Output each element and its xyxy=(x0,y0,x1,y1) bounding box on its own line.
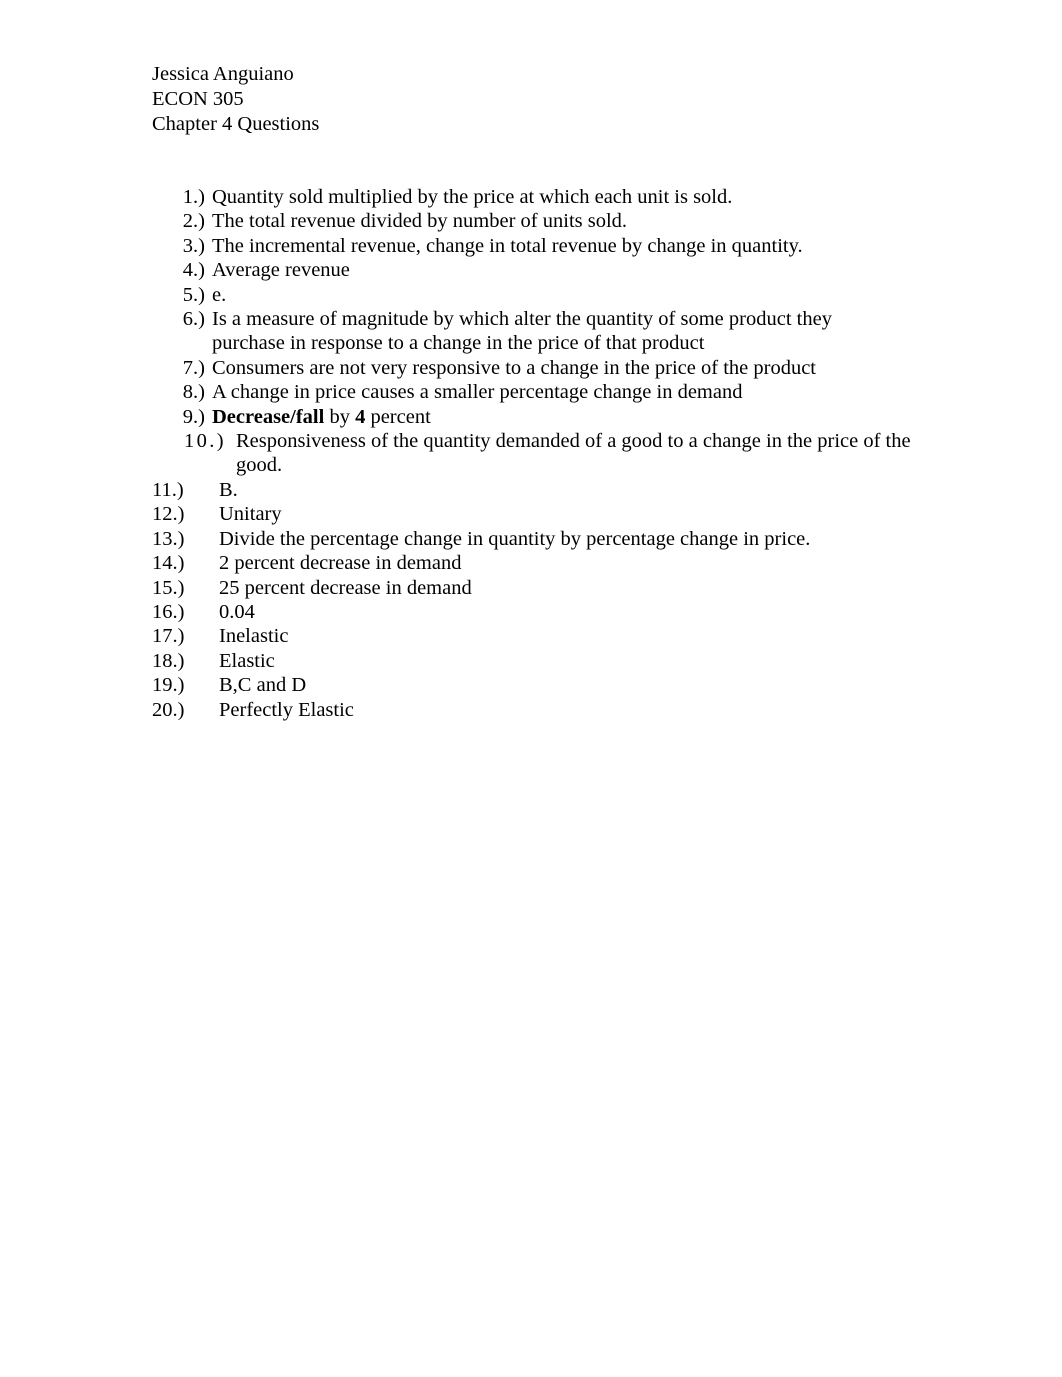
answer-number: 4.) xyxy=(182,259,205,282)
header-title: Chapter 4 Questions xyxy=(152,113,320,136)
answer-number: 17.) xyxy=(152,625,185,648)
answer-item: 17.) Inelastic xyxy=(0,624,1062,648)
answer-item: 15.) 25 percent decrease in demand xyxy=(0,576,1062,600)
answer-text: A change in price causes a smaller perce… xyxy=(212,381,743,404)
answer-item: 11.) B. xyxy=(0,478,1062,502)
answer-item: 2.) The total revenue divided by number o… xyxy=(0,209,1062,233)
header-author: Jessica Anguiano xyxy=(152,63,294,85)
answer-number: 7.) xyxy=(182,356,205,379)
answer-item: 5.) e. xyxy=(0,283,1062,307)
answer-item: 14.) 2 percent decrease in demand xyxy=(0,551,1062,575)
answer-text: Decrease/fall by 4 percent xyxy=(212,405,894,429)
answer-item: 8.) A change in price causes a smaller pe… xyxy=(0,380,1062,404)
answer-number: 14.) xyxy=(152,552,185,575)
answer-item: 6.) Is a measure of magnitude by which al… xyxy=(0,307,1062,356)
answer-number: 16.) xyxy=(152,600,185,623)
answer-text: Unitary xyxy=(219,503,282,526)
answer-item: 13.) Divide the percentage change in quan… xyxy=(0,527,1062,551)
answer-list: 1.) Quantity sold multiplied by the price… xyxy=(0,185,1062,722)
answer-number: 3.) xyxy=(182,234,205,257)
answer-text: Average revenue xyxy=(212,259,350,282)
answer-text: e. xyxy=(212,283,227,306)
answer-number: 8.) xyxy=(182,381,205,404)
answer-number: 15.) xyxy=(152,576,185,599)
answer-text: Elastic xyxy=(219,649,275,672)
answer-text: B,C and D xyxy=(219,674,307,697)
answer-item: 12.) Unitary xyxy=(0,502,1062,526)
answer-text: Inelastic xyxy=(219,625,289,648)
answer-item: 10.) Responsiveness of the quantity deman… xyxy=(0,429,1062,478)
answer-number: 11.) xyxy=(152,478,184,501)
answer-item: 18.) Elastic xyxy=(0,649,1062,673)
answer-number: 12.) xyxy=(152,503,185,526)
header-course: ECON 305 xyxy=(152,88,244,111)
answer-text-emphasis: 4 xyxy=(355,405,366,428)
answer-text: Divide the percentage change in quantity… xyxy=(219,527,811,550)
answer-number: 13.) xyxy=(152,527,185,550)
answer-text: The total revenue divided by number of u… xyxy=(212,210,628,233)
document-page: Jessica Anguiano ECON 305 Chapter 4 Ques… xyxy=(0,0,1062,1377)
answer-text: 25 percent decrease in demand xyxy=(219,576,472,599)
answer-text-emphasis: Decrease/fall xyxy=(212,405,325,428)
answer-text: Responsiveness of the quantity demanded … xyxy=(236,430,911,477)
answer-text: 0.04 xyxy=(219,600,255,623)
answer-item: 19.) B,C and D xyxy=(0,673,1062,697)
answer-number: 20.) xyxy=(152,698,185,721)
answer-text: The incremental revenue, change in total… xyxy=(212,234,803,257)
answer-item: 3.) The incremental revenue, change in to… xyxy=(0,234,1062,258)
answer-number: 18.) xyxy=(152,649,185,672)
answer-text: Consumers are not very responsive to a c… xyxy=(212,356,816,379)
answer-item: 16.) 0.04 xyxy=(0,600,1062,624)
answer-text-segment: percent xyxy=(365,405,431,428)
answer-number: 9.) xyxy=(182,405,205,428)
answer-text: Perfectly Elastic xyxy=(219,698,354,721)
answer-number: 6.) xyxy=(182,308,205,331)
answer-text-segment: by xyxy=(324,405,356,428)
answer-item: 7.) Consumers are not very responsive to … xyxy=(0,356,1062,380)
answer-item: 20.) Perfectly Elastic xyxy=(0,698,1062,722)
answer-number: 1.) xyxy=(182,186,205,208)
answer-number: 5.) xyxy=(182,283,205,306)
document-header: Jessica Anguiano ECON 305 Chapter 4 Ques… xyxy=(152,62,319,138)
answer-number: 2.) xyxy=(182,210,205,233)
answer-text: 2 percent decrease in demand xyxy=(219,552,462,575)
answer-number: 10.) xyxy=(183,430,226,453)
answer-item: 9.) Decrease/fall by 4 percent xyxy=(0,405,1062,429)
answer-item: 1.) Quantity sold multiplied by the price… xyxy=(0,185,1062,209)
answer-text: Is a measure of magnitude by which alter… xyxy=(212,308,832,355)
answer-text: Quantity sold multiplied by the price at… xyxy=(212,186,733,208)
answer-number: 19.) xyxy=(152,674,185,697)
answer-item: 4.) Average revenue xyxy=(0,258,1062,282)
answer-text: B. xyxy=(219,478,238,501)
